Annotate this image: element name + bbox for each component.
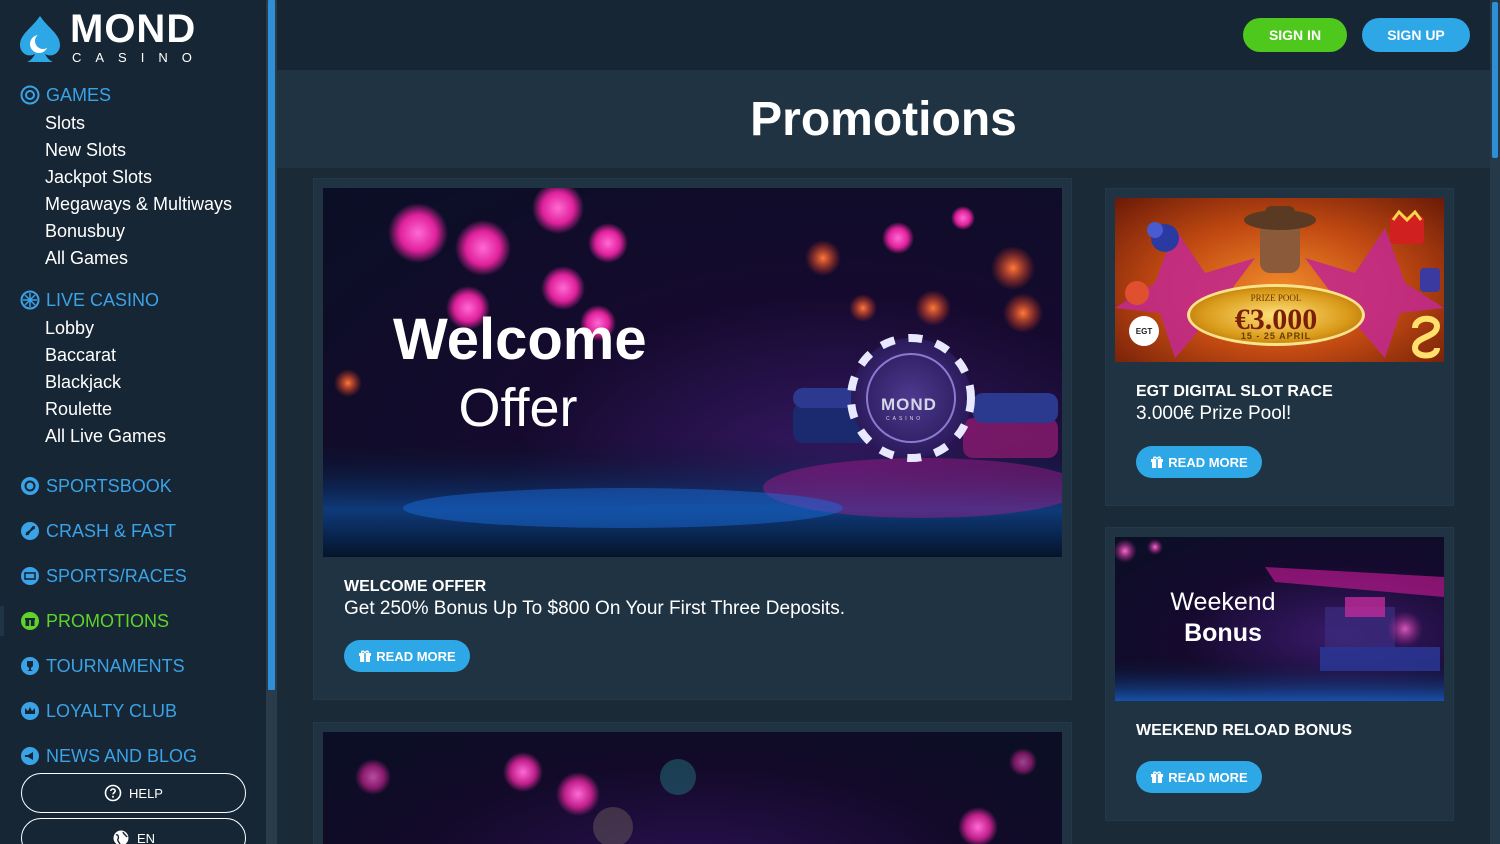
nav-item-slots[interactable]: Slots bbox=[45, 110, 266, 137]
nav-sportsbook[interactable]: SPORTSBOOK bbox=[0, 471, 266, 501]
nav-item-bonusbuy[interactable]: Bonusbuy bbox=[45, 218, 266, 245]
weekend-banner-text: Weekend Bonus bbox=[1143, 587, 1303, 649]
gift-icon bbox=[358, 649, 372, 663]
promo-description: 3.000€ Prize Pool! bbox=[1136, 403, 1292, 424]
sportsbook-icon bbox=[20, 476, 40, 496]
promo-title: EGT DIGITAL SLOT RACE bbox=[1136, 383, 1333, 400]
read-more-button[interactable]: READ MORE bbox=[344, 640, 470, 672]
nav-news-blog[interactable]: NEWS AND BLOG bbox=[0, 741, 266, 771]
read-more-label: READ MORE bbox=[376, 648, 456, 664]
language-label: EN bbox=[136, 830, 156, 844]
rocket-icon bbox=[20, 521, 40, 541]
nav-item-megaways[interactable]: Megaways & Multiways bbox=[45, 191, 266, 218]
sidebar: MOND CASINO GAMES Slots New Slots Jackpo… bbox=[0, 0, 266, 844]
nav-games[interactable]: GAMES bbox=[0, 80, 266, 110]
games-icon bbox=[20, 85, 40, 105]
sidebar-scrollbar-thumb[interactable] bbox=[268, 0, 275, 690]
read-more-label: READ MORE bbox=[1168, 769, 1248, 785]
welcome-banner[interactable]: Welcome Offer MOND CASINO bbox=[323, 188, 1062, 557]
live-casino-icon bbox=[20, 290, 40, 310]
sidebar-scrollbar[interactable] bbox=[266, 0, 277, 844]
ticket-icon bbox=[20, 566, 40, 586]
nav-games-label: GAMES bbox=[46, 84, 112, 105]
read-more-button[interactable]: READ MORE bbox=[1136, 446, 1262, 478]
sign-up-button[interactable]: SIGN UP bbox=[1362, 18, 1470, 52]
welcome-banner-line1: Welcome bbox=[393, 307, 647, 372]
prize-pool-caption: PRIZE POOL bbox=[1250, 293, 1302, 303]
weekend-banner[interactable]: Weekend Bonus bbox=[1115, 537, 1444, 701]
page-scrollbar[interactable] bbox=[1490, 0, 1500, 844]
gift-icon bbox=[20, 611, 40, 631]
sign-in-button[interactable]: SIGN IN bbox=[1243, 18, 1347, 52]
promo-card-welcome: Welcome Offer MOND CASINO WELCOME OFFER … bbox=[313, 178, 1072, 700]
nav-tournaments-label: TOURNAMENTS bbox=[46, 655, 185, 676]
page-title: Promotions bbox=[750, 92, 1017, 146]
question-icon bbox=[104, 784, 122, 802]
promo-card-next bbox=[313, 722, 1072, 844]
egt-logo-badge: EGT bbox=[1129, 316, 1159, 346]
main-nav: GAMES Slots New Slots Jackpot Slots Mega… bbox=[0, 80, 266, 771]
nav-loyalty-club[interactable]: LOYALTY CLUB bbox=[0, 696, 266, 726]
prize-pool-dates: 15 - 25 APRIL bbox=[1240, 331, 1312, 341]
logo-wordmark: MOND bbox=[70, 7, 197, 51]
logo[interactable]: MOND CASINO bbox=[18, 7, 206, 66]
promo-title: WELCOME OFFER bbox=[344, 578, 487, 595]
weekend-banner-line2: Bonus bbox=[1184, 619, 1262, 647]
nav-loyalty-club-label: LOYALTY CLUB bbox=[46, 700, 178, 721]
logo-subtitle: CASINO bbox=[72, 50, 206, 65]
welcome-banner-text: Welcome Offer bbox=[393, 306, 647, 442]
nav-item-roulette[interactable]: Roulette bbox=[45, 396, 266, 423]
megaphone-icon bbox=[20, 746, 40, 766]
bokeh-background bbox=[355, 748, 1037, 844]
nav-live-casino[interactable]: LIVE CASINO bbox=[0, 285, 266, 315]
nav-crash-fast[interactable]: CRASH & FAST bbox=[0, 516, 266, 546]
chip-brand-label: MOND bbox=[881, 395, 937, 414]
nav-sports-races[interactable]: SPORTS/RACES bbox=[0, 561, 266, 591]
egt-race-banner[interactable]: PRIZE POOL €3.000 15 - 25 APRIL EGT bbox=[1115, 198, 1444, 362]
nav-promotions[interactable]: PROMOTIONS bbox=[0, 606, 266, 636]
help-label: HELP bbox=[129, 785, 163, 801]
globe-icon bbox=[112, 829, 130, 844]
help-button[interactable]: HELP bbox=[21, 773, 246, 813]
nav-promotions-label: PROMOTIONS bbox=[46, 610, 170, 631]
nav-item-new-slots[interactable]: New Slots bbox=[45, 137, 266, 164]
page-scrollbar-thumb[interactable] bbox=[1492, 2, 1498, 158]
nav-crash-fast-label: CRASH & FAST bbox=[46, 520, 177, 541]
weekend-banner-line1: Weekend bbox=[1170, 588, 1276, 616]
nav-item-jackpot-slots[interactable]: Jackpot Slots bbox=[45, 164, 266, 191]
promo-card-egt-race: PRIZE POOL €3.000 15 - 25 APRIL EGT EGT … bbox=[1105, 188, 1454, 506]
nav-sports-races-label: SPORTS/RACES bbox=[46, 565, 187, 586]
gift-icon bbox=[1150, 770, 1164, 784]
promo-description: Get 250% Bonus Up To $800 On Your First … bbox=[344, 598, 845, 619]
nav-news-blog-label: NEWS AND BLOG bbox=[46, 745, 198, 766]
read-more-label: READ MORE bbox=[1168, 454, 1248, 470]
nav-item-baccarat[interactable]: Baccarat bbox=[45, 342, 266, 369]
promo-card-weekend: Weekend Bonus WEEKEND RELOAD BONUS READ … bbox=[1105, 527, 1454, 821]
prize-pool-badge: PRIZE POOL €3.000 15 - 25 APRIL bbox=[1187, 284, 1365, 346]
trophy-icon bbox=[20, 656, 40, 676]
nav-sportsbook-label: SPORTSBOOK bbox=[46, 475, 172, 496]
nav-item-blackjack[interactable]: Blackjack bbox=[45, 369, 266, 396]
read-more-button[interactable]: READ MORE bbox=[1136, 761, 1262, 793]
crown-icon bbox=[20, 701, 40, 721]
language-button[interactable]: EN bbox=[21, 818, 246, 844]
top-bar: SIGN IN SIGN UP bbox=[277, 0, 1490, 70]
nav-live-casino-label: LIVE CASINO bbox=[46, 289, 160, 310]
gift-icon bbox=[1150, 455, 1164, 469]
nav-item-lobby[interactable]: Lobby bbox=[45, 315, 266, 342]
spade-logo-icon bbox=[20, 16, 60, 62]
live-casino-submenu: Lobby Baccarat Blackjack Roulette All Li… bbox=[0, 315, 266, 450]
games-submenu: Slots New Slots Jackpot Slots Megaways &… bbox=[0, 110, 266, 272]
nav-item-all-live-games[interactable]: All Live Games bbox=[45, 423, 266, 450]
welcome-banner-line2: Offer bbox=[458, 378, 578, 438]
nav-tournaments[interactable]: TOURNAMENTS bbox=[0, 651, 266, 681]
chip-brand-sublabel: CASINO bbox=[886, 416, 924, 422]
nav-item-all-games[interactable]: All Games bbox=[45, 245, 266, 272]
next-promo-banner[interactable] bbox=[323, 732, 1062, 844]
page-title-band: Promotions bbox=[277, 70, 1490, 168]
promo-title: WEEKEND RELOAD BONUS bbox=[1136, 722, 1353, 739]
